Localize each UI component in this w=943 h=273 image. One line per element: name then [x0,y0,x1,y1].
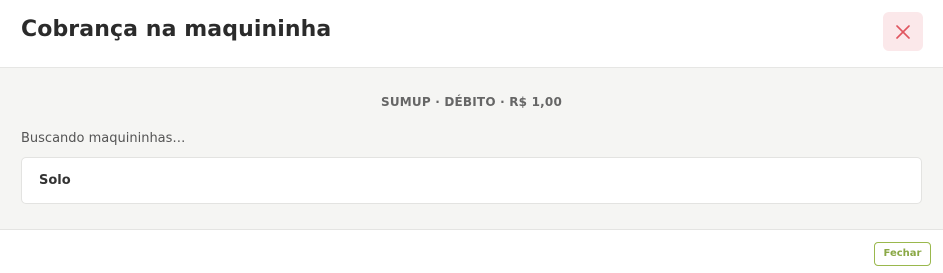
close-x-icon [896,24,910,39]
modal-footer: Fechar [0,230,943,273]
device-name: Solo [39,173,71,188]
search-status-text: Buscando maquininhas… [21,131,186,146]
payment-summary: SUMUP · DÉBITO · R$ 1,00 [380,95,563,109]
modal-body: SUMUP · DÉBITO · R$ 1,00 Buscando maquin… [0,68,943,230]
close-button[interactable] [883,12,923,51]
modal-title: Cobrança na maquininha [21,17,332,42]
device-list-item[interactable]: Solo [21,157,922,204]
payment-terminal-modal: Cobrança na maquininha SUMUP · DÉBITO · … [0,0,943,273]
fechar-button[interactable]: Fechar [874,242,931,266]
modal-header: Cobrança na maquininha [0,0,943,68]
